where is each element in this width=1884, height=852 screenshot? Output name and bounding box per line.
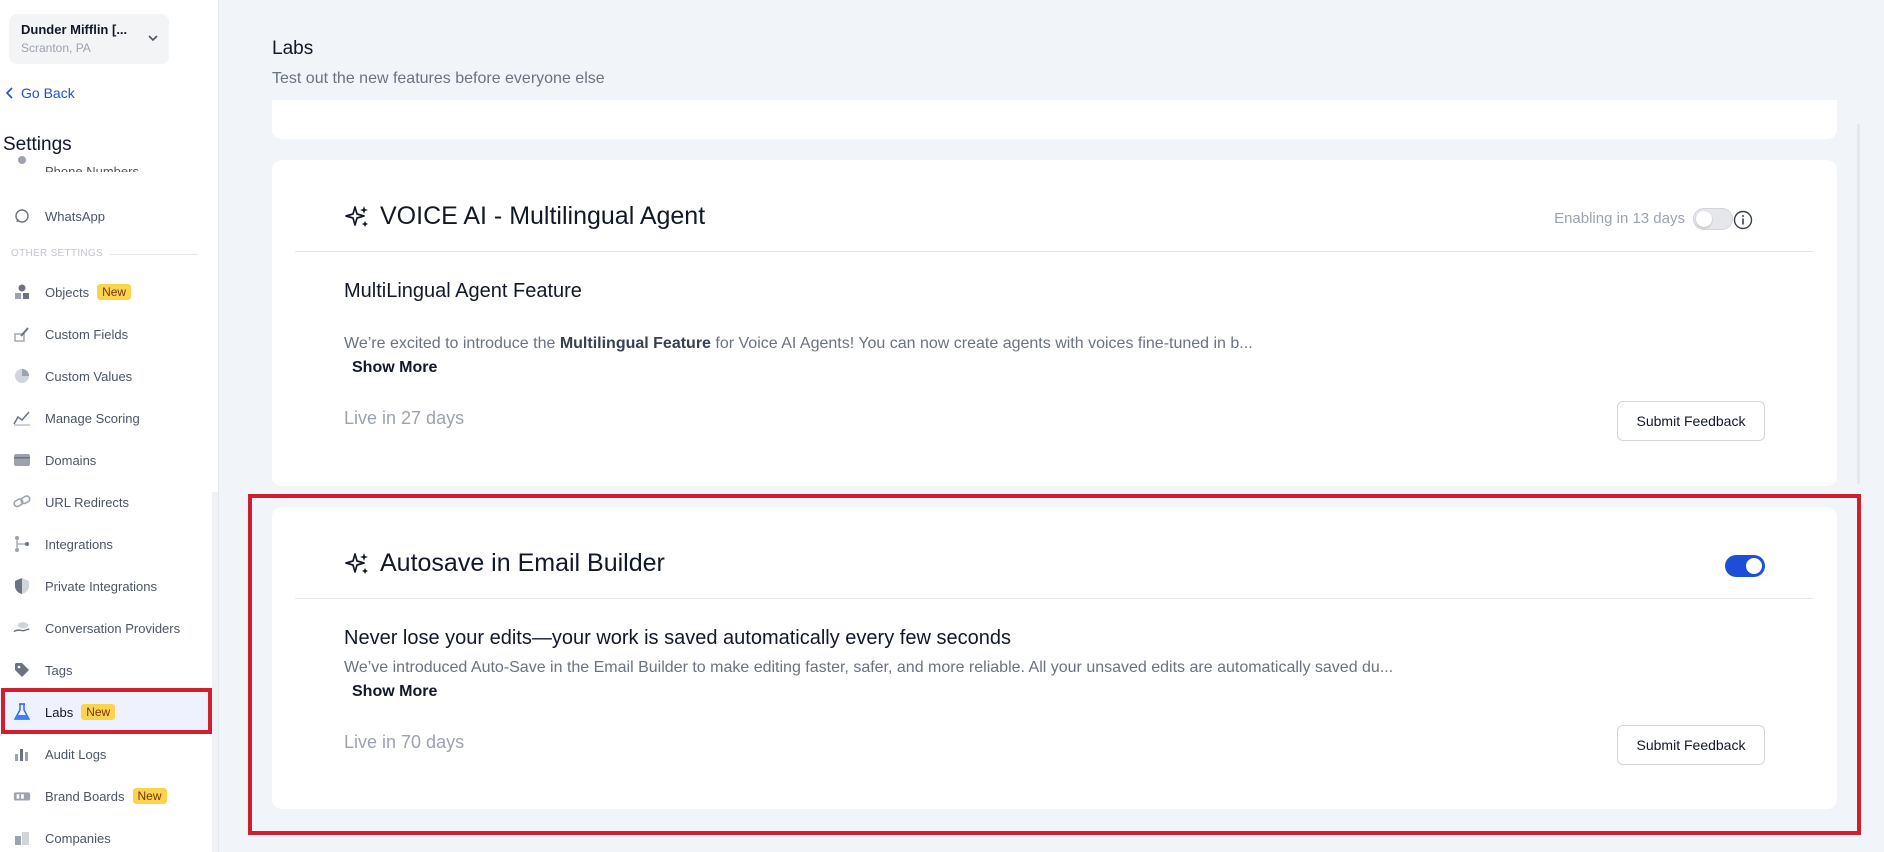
sidebar-item-label: Conversation Providers — [45, 620, 181, 636]
sidebar-item-label: Phone Numbers — [45, 164, 139, 172]
sidebar-item-brand-boards[interactable]: Brand Boards New — [0, 775, 210, 817]
sidebar-item-domains[interactable]: Domains — [0, 439, 210, 481]
sidebar-item-labs[interactable]: Labs New — [0, 691, 210, 733]
brand-board-icon — [13, 787, 31, 805]
bar-chart-icon — [13, 745, 31, 763]
section-label-other-settings: OTHER SETTINGS — [11, 248, 103, 259]
sidebar-item-label: Integrations — [45, 536, 113, 552]
content-scrollbar[interactable] — [1857, 124, 1860, 484]
enabling-status: Enabling in 13 days — [1554, 210, 1685, 227]
section-divider — [110, 254, 198, 255]
show-more-link[interactable]: Show More — [352, 683, 437, 701]
feature-card-voice-ai: VOICE AI - Multilingual Agent Enabling i… — [272, 160, 1837, 486]
sidebar-item-label: Custom Values — [45, 368, 133, 384]
edit-field-icon — [13, 325, 31, 343]
description-text: We’re excited to introduce the — [344, 335, 560, 352]
sparkle-icon — [345, 205, 368, 227]
feature-toggle-autosave[interactable] — [1725, 555, 1765, 577]
show-more-link[interactable]: Show More — [352, 359, 437, 377]
scoring-chart-icon — [13, 409, 31, 427]
feature-toggle-voice-ai[interactable] — [1693, 208, 1733, 230]
sidebar-item-audit-logs[interactable]: Audit Logs — [0, 733, 210, 775]
sidebar-item-label: Audit Logs — [45, 746, 107, 762]
card-title: Autosave in Email Builder — [380, 549, 665, 577]
sidebar-item-custom-values[interactable]: Custom Values — [0, 355, 210, 397]
phone-icon — [13, 154, 31, 172]
objects-icon — [13, 283, 31, 301]
page-subtitle: Test out the new features before everyon… — [272, 70, 605, 87]
feature-card-autosave: Autosave in Email Builder Never lose you… — [272, 507, 1837, 809]
chevron-down-icon — [148, 35, 158, 42]
sidebar-item-label: Custom Fields — [45, 326, 129, 342]
sidebar-item-whatsapp[interactable]: WhatsApp — [0, 195, 210, 237]
sidebar-item-label: Manage Scoring — [45, 410, 140, 426]
card-divider — [295, 598, 1813, 599]
link-icon — [13, 493, 31, 511]
new-badge: New — [132, 788, 167, 804]
sidebar-scrollbar[interactable] — [212, 492, 218, 852]
sidebar-item-label: Companies — [45, 830, 111, 846]
sidebar-item-manage-scoring[interactable]: Manage Scoring — [0, 397, 210, 439]
sidebar-item-custom-fields[interactable]: Custom Fields — [0, 313, 210, 355]
feature-heading: Never lose your edits—your work is saved… — [344, 627, 1011, 649]
sparkle-icon — [345, 552, 368, 574]
sidebar-item-label: Tags — [45, 662, 73, 678]
sidebar-item-label: Labs — [45, 704, 74, 720]
sidebar-item-companies[interactable]: Companies — [0, 817, 210, 852]
description-text: for Voice AI Agents! You can now create … — [710, 335, 1253, 352]
sidebar-item-private-integrations[interactable]: Private Integrations — [0, 565, 210, 607]
sidebar-item-label: Domains — [45, 452, 97, 468]
sidebar-item-label: WhatsApp — [45, 208, 105, 224]
info-icon[interactable] — [1733, 210, 1753, 230]
go-back-link[interactable]: Go Back — [5, 85, 75, 101]
sidebar-item-label: Objects — [45, 284, 90, 300]
sidebar-item-label: URL Redirects — [45, 494, 130, 510]
previous-card-edge — [272, 100, 1837, 139]
hand-message-icon — [13, 619, 31, 637]
sidebar-item-tags[interactable]: Tags — [0, 649, 210, 691]
location-switcher[interactable]: Dunder Mifflin [... Scranton, PA — [9, 14, 169, 64]
page-title: Labs — [272, 38, 314, 59]
submit-feedback-button[interactable]: Submit Feedback — [1617, 725, 1765, 765]
feature-description: We’re excited to introduce the Multiling… — [344, 335, 1253, 353]
card-title: VOICE AI - Multilingual Agent — [380, 202, 706, 230]
buildings-icon — [13, 829, 31, 847]
shield-icon — [13, 577, 31, 595]
description-bold-text: Multilingual Feature — [559, 335, 711, 352]
live-in-label: Live in 27 days — [344, 408, 465, 428]
integrations-icon — [13, 535, 31, 553]
submit-feedback-button[interactable]: Submit Feedback — [1617, 401, 1765, 441]
sidebar-item-objects[interactable]: Objects New — [0, 271, 210, 313]
tag-icon — [13, 661, 31, 679]
location-name: Dunder Mifflin [... — [21, 22, 128, 37]
flask-icon — [13, 703, 31, 721]
settings-sidebar: Dunder Mifflin [... Scranton, PA Go Back… — [0, 0, 219, 852]
sidebar-item-label: Private Integrations — [45, 578, 158, 594]
browser-window-icon — [13, 451, 31, 469]
toggle-knob — [1746, 558, 1762, 574]
new-badge: New — [97, 284, 132, 300]
chevron-left-icon — [5, 87, 13, 99]
feature-description: We’ve introduced Auto-Save in the Email … — [344, 659, 1394, 676]
toggle-knob — [1696, 211, 1712, 227]
go-back-label: Go Back — [21, 85, 75, 101]
sidebar-item-url-redirects[interactable]: URL Redirects — [0, 481, 210, 523]
live-in-label: Live in 70 days — [344, 732, 465, 752]
pie-chart-icon — [13, 367, 31, 385]
sidebar-item-integrations[interactable]: Integrations — [0, 523, 210, 565]
sidebar-item-phone-numbers[interactable]: Phone Numbers — [0, 152, 210, 172]
sidebar-item-label: Brand Boards — [45, 788, 125, 804]
new-badge: New — [81, 704, 116, 720]
feature-heading: MultiLingual Agent Feature — [344, 280, 582, 302]
location-city: Scranton, PA — [21, 41, 91, 55]
sidebar-item-conversation-providers[interactable]: Conversation Providers — [0, 607, 210, 649]
whatsapp-icon — [13, 207, 31, 225]
card-divider — [295, 251, 1813, 252]
